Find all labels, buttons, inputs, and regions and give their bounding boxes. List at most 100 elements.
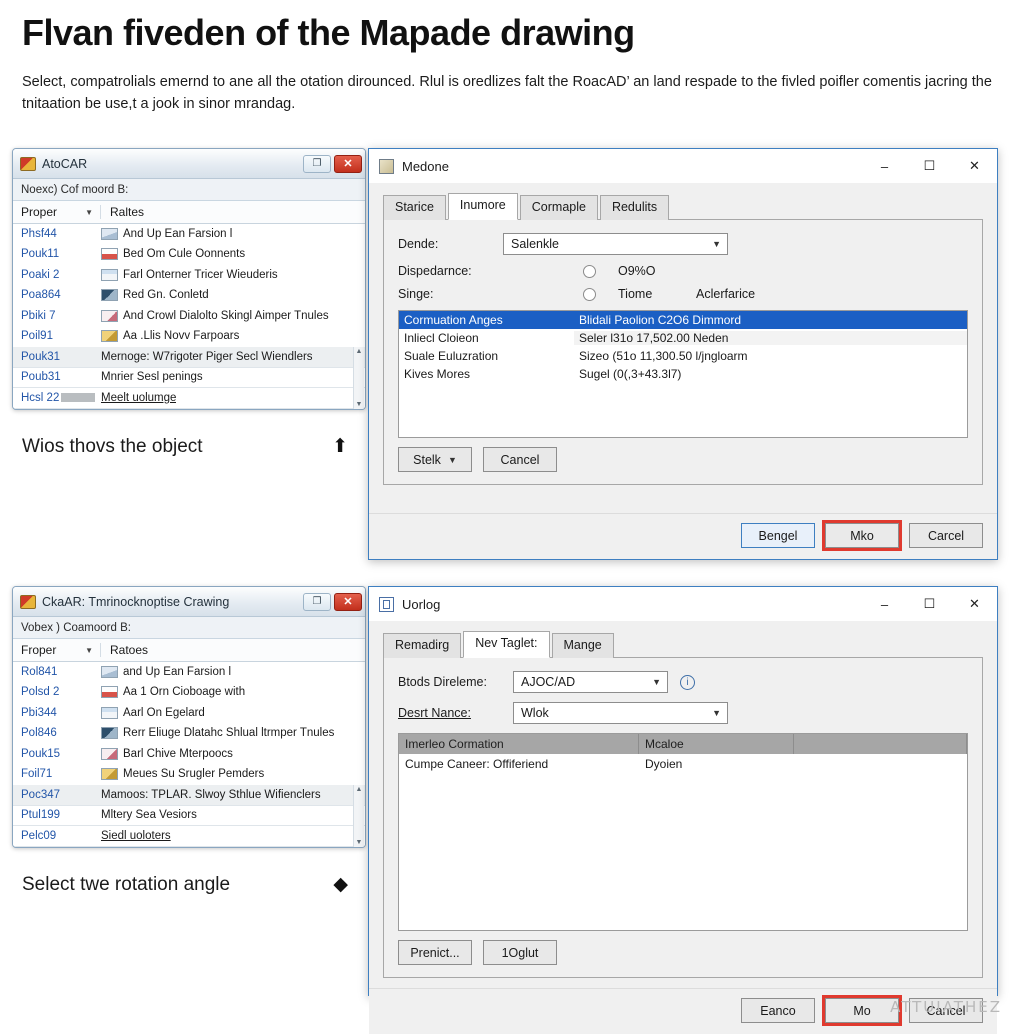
- dialog-top-window-buttons[interactable]: – ☐ ✕: [862, 149, 997, 183]
- field-singe[interactable]: Singe: Tiome Aclerfarice: [398, 287, 968, 301]
- cad-list-row[interactable]: Pbi344 Aarl On Egelard: [13, 703, 365, 724]
- info-icon[interactable]: i: [680, 674, 695, 690]
- cad-top-titlebar[interactable]: AtoCAR ❐ ✕: [13, 149, 365, 179]
- vertical-scrollbar[interactable]: ▲ ▼: [353, 347, 364, 409]
- dialog-top[interactable]: Medone – ☐ ✕ Starice Inumore Cormaple Redul…: [368, 148, 998, 560]
- listbox-row[interactable]: Cormuation Anges Blidali Paolion C2O6 Dim…: [399, 311, 967, 329]
- dialog-bottom-grid[interactable]: Imerleo Cormation Mcaloe Cumpe Caneer: O…: [398, 733, 968, 931]
- field-desrt-nance[interactable]: Desrt Nance: Wlok ▼: [398, 702, 968, 724]
- close-icon[interactable]: ✕: [952, 587, 997, 621]
- column-header-ratoes[interactable]: Ratoes: [101, 643, 148, 657]
- close-icon[interactable]: ✕: [334, 154, 362, 173]
- footer-buttons-1[interactable]: Bengel: [741, 523, 815, 548]
- dialog-top-listbox[interactable]: Cormuation Anges Blidali Paolion C2O6 Dim…: [398, 310, 968, 438]
- dialog-top-titlebar[interactable]: Medone – ☐ ✕: [369, 149, 997, 183]
- button-label: Mo: [853, 1003, 871, 1018]
- dialog-top-inline-buttons[interactable]: Stelk ▼ Cancel: [398, 447, 968, 472]
- singe-radio[interactable]: [583, 287, 596, 301]
- restore-button[interactable]: ❐: [303, 154, 331, 173]
- dialog-top-footer[interactable]: Bengel Mko Carcel: [369, 513, 997, 559]
- close-icon[interactable]: ✕: [952, 149, 997, 183]
- footer-buttons-2[interactable]: Mko: [822, 520, 902, 551]
- cad-bottom-list-header: Froper ▼ Ratoes: [13, 639, 365, 662]
- scroll-up-arrow-icon[interactable]: ▲: [356, 786, 363, 793]
- grid-rows-container[interactable]: Cumpe Caneer: Offiferiend Dyoien: [399, 754, 967, 774]
- tab-4[interactable]: Redulits: [599, 194, 670, 220]
- tab-1[interactable]: Remadirg: [383, 632, 462, 658]
- field-dende[interactable]: Dende: Salenkle ▼: [398, 233, 968, 255]
- dende-dropdown[interactable]: Salenkle ▼: [503, 233, 728, 255]
- cad-list-row[interactable]: Pol846 Rerr Eliuge Dlatahc Shlual ltrmper…: [13, 724, 365, 745]
- cad-list-row[interactable]: Poil91 Aa .Llis Novv Farpoars: [13, 327, 365, 348]
- tab-3[interactable]: Mange: [551, 632, 614, 658]
- cad-list-row[interactable]: Poaki 2 Farl Onterner Tricer Wieuderis: [13, 265, 365, 286]
- grid-row[interactable]: Cumpe Caneer: Offiferiend Dyoien: [399, 754, 967, 774]
- dialog-top-tabstrip[interactable]: Starice Inumore Cormaple Redulits: [383, 192, 983, 220]
- column-header-raltes[interactable]: Raltes: [101, 205, 144, 219]
- field-dispedarnce[interactable]: Dispedarnce: O9%O: [398, 264, 968, 278]
- vertical-scrollbar[interactable]: ▲ ▼: [353, 785, 364, 847]
- cad-list-row[interactable]: Ptul199 Mltery Sea Vesiors: [13, 806, 365, 826]
- tab-2[interactable]: Inumore: [447, 192, 518, 220]
- column-header-proper[interactable]: Proper ▼: [13, 205, 101, 219]
- cad-window-bottom[interactable]: CkaAR: Tmrinocknoptise Crawing ❐ ✕ Vobex…: [12, 586, 366, 848]
- cad-list-row[interactable]: Pouk15 Barl Chive Mterpoocs: [13, 744, 365, 765]
- inline-buttons-1[interactable]: Prenict...: [398, 940, 472, 965]
- tab-3[interactable]: Cormaple: [519, 194, 598, 220]
- inline-buttons-2[interactable]: 1Oglut: [483, 940, 557, 965]
- footer-buttons-2[interactable]: Mo: [822, 995, 902, 1026]
- tab-2[interactable]: Nev Taglet:: [463, 630, 550, 658]
- chevron-down-icon[interactable]: ▼: [448, 455, 457, 465]
- maximize-icon[interactable]: ☐: [907, 149, 952, 183]
- close-icon[interactable]: ✕: [334, 592, 362, 611]
- thumbnail-icon: [101, 248, 118, 261]
- brods-dropdown[interactable]: AJOC/AD ▼: [513, 671, 668, 693]
- cad-list-row[interactable]: Polsd 2 Aa 1 Orn Cioboage with: [13, 683, 365, 704]
- cad-list-row[interactable]: Pelc09 Siedl uoloters: [13, 826, 365, 847]
- cad-list-row[interactable]: Pouk31 Mernoge: W7rigoter Piger Secl Wien…: [13, 347, 365, 368]
- scroll-down-arrow-icon[interactable]: ▼: [356, 401, 363, 408]
- inline-buttons-2[interactable]: Cancel: [483, 447, 557, 472]
- minimize-icon[interactable]: –: [862, 149, 907, 183]
- cad-list-row[interactable]: Poub31 Mnrier Sesl penings: [13, 368, 365, 388]
- dispedarnce-radio[interactable]: [583, 264, 596, 278]
- field-brods-direleme[interactable]: Btods Direleme: AJOC/AD ▼ i: [398, 671, 968, 693]
- cad-list-row[interactable]: Hcsl 22 Meelt uolumge: [13, 388, 365, 409]
- listbox-row[interactable]: Kives Mores Sugel (0(,3+43.3l7): [399, 365, 967, 383]
- listbox-row[interactable]: Inliecl Cloieon Seler l31o 17,502.00 Nede…: [399, 329, 967, 347]
- grid-column-header-2: Mcaloe: [639, 734, 794, 754]
- maximize-icon[interactable]: ☐: [907, 587, 952, 621]
- cad-bottom-menubar[interactable]: Vobex ) Coamoord B:: [13, 617, 365, 639]
- minimize-icon[interactable]: –: [862, 587, 907, 621]
- cad-top-menubar[interactable]: Noexc) Cof moord B:: [13, 179, 365, 201]
- cad-bottom-window-buttons[interactable]: ❐ ✕: [303, 592, 362, 611]
- desrt-nance-dropdown[interactable]: Wlok ▼: [513, 702, 728, 724]
- cad-window-top[interactable]: AtoCAR ❐ ✕ Noexc) Cof moord B: Proper ▼ …: [12, 148, 366, 410]
- cad-list-row[interactable]: Rol841 and Up Ean Farsion l: [13, 662, 365, 683]
- dialog-bottom-titlebar[interactable]: Uorlog – ☐ ✕: [369, 587, 997, 621]
- dialog-bottom[interactable]: Uorlog – ☐ ✕ Remadirg Nev Taglet: Mange Bt…: [368, 586, 998, 1034]
- cad-list-row[interactable]: Foil71 Meues Su Srugler Pemders: [13, 765, 365, 786]
- cad-list-row[interactable]: Pouk11 Bed Om Cule Oonnents: [13, 245, 365, 266]
- cad-top-window-buttons[interactable]: ❐ ✕: [303, 154, 362, 173]
- cad-list-row[interactable]: Poa864 Red Gn. Conletd: [13, 286, 365, 307]
- listbox-row[interactable]: Suale Euluzration Sizeo (51o 11,300.50 l/…: [399, 347, 967, 365]
- cad-bottom-list[interactable]: Rol841 and Up Ean Farsion l Polsd 2 Aa 1 Or…: [13, 662, 365, 847]
- dialog-bottom-inline-buttons[interactable]: Prenict... 1Oglut: [398, 940, 968, 965]
- cad-list-row[interactable]: Phsf44 And Up Ean Farsion l: [13, 224, 365, 245]
- cad-list-row[interactable]: Pbiki 7 And Crowl Dialolto Skingl Aimper …: [13, 306, 365, 327]
- inline-buttons-1[interactable]: Stelk ▼: [398, 447, 472, 472]
- dialog-bottom-tabstrip[interactable]: Remadirg Nev Taglet: Mange: [383, 630, 983, 658]
- cad-top-list[interactable]: Phsf44 And Up Ean Farsion l Pouk11 Bed Om C…: [13, 224, 365, 409]
- button-label: Eanco: [760, 1003, 796, 1018]
- footer-buttons-1[interactable]: Eanco: [741, 998, 815, 1023]
- scroll-up-arrow-icon[interactable]: ▲: [356, 348, 363, 355]
- cad-list-row[interactable]: Poc347 Mamoos: TPLAR. Slwoy Sthlue Wifien…: [13, 785, 365, 806]
- cad-bottom-titlebar[interactable]: CkaAR: Tmrinocknoptise Crawing ❐ ✕: [13, 587, 365, 617]
- dialog-bottom-window-buttons[interactable]: – ☐ ✕: [862, 587, 997, 621]
- tab-1[interactable]: Starice: [383, 194, 446, 220]
- footer-buttons-3[interactable]: Carcel: [909, 523, 983, 548]
- scroll-down-arrow-icon[interactable]: ▼: [356, 839, 363, 846]
- minimize-button[interactable]: ❐: [303, 592, 331, 611]
- column-header-froper[interactable]: Froper ▼: [13, 643, 101, 657]
